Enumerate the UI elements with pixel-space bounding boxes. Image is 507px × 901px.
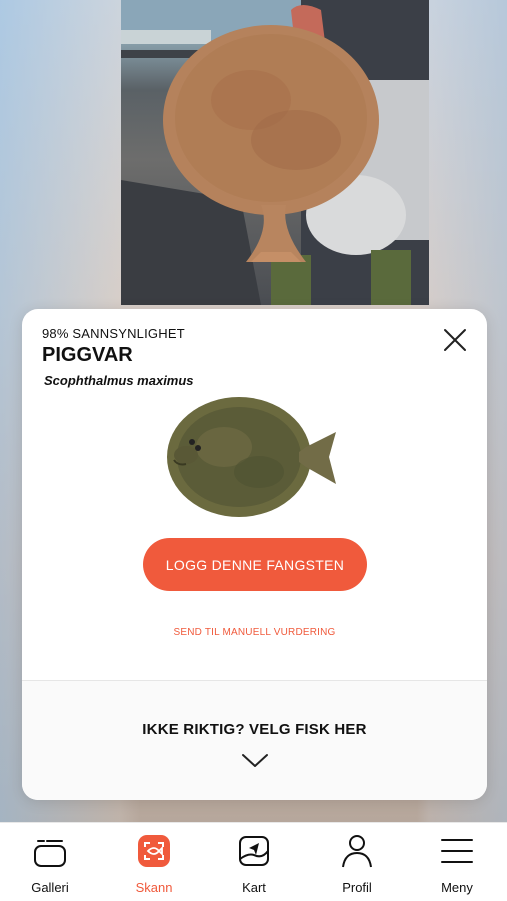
identification-card: 98% SANNSYNLIGHET PIGGVAR Scophthalmus m…	[22, 309, 487, 800]
latin-name: Scophthalmus maximus	[44, 373, 194, 388]
chevron-down-icon	[242, 754, 268, 767]
fish-name: PIGGVAR	[42, 344, 133, 366]
probability-label: 98% SANNSYNLIGHET	[42, 326, 185, 341]
bottom-tab-bar: Galleri Skann Kart Profil Meny	[0, 822, 507, 901]
tab-profil[interactable]: Profil	[307, 823, 407, 901]
gallery-icon	[34, 840, 66, 867]
scan-icon	[138, 835, 170, 867]
log-catch-button[interactable]: LOGG DENNE FANGSTEN	[143, 538, 367, 591]
tab-label: Meny	[441, 880, 473, 895]
profile-icon	[342, 835, 372, 868]
tab-label: Skann	[135, 880, 173, 895]
pick-fish-button[interactable]: IKKE RIKTIG? VELG FISK HER	[22, 681, 487, 800]
menu-icon	[441, 839, 473, 863]
tab-skann[interactable]: Skann	[104, 823, 204, 901]
tab-label: Kart	[242, 880, 266, 895]
close-button[interactable]	[440, 325, 470, 355]
tab-meny[interactable]: Meny	[407, 823, 507, 901]
map-icon	[239, 836, 269, 866]
fish-illustration	[167, 397, 336, 517]
tab-kart[interactable]: Kart	[204, 823, 304, 901]
close-icon	[444, 329, 466, 351]
tab-label: Profil	[342, 880, 372, 895]
tab-label: Galleri	[31, 880, 69, 895]
catch-photo	[121, 0, 429, 305]
pick-fish-label: IKKE RIKTIG? VELG FISK HER	[142, 721, 367, 738]
manual-review-link[interactable]: SEND TIL MANUELL VURDERING	[22, 627, 487, 638]
tab-galleri[interactable]: Galleri	[0, 823, 100, 901]
